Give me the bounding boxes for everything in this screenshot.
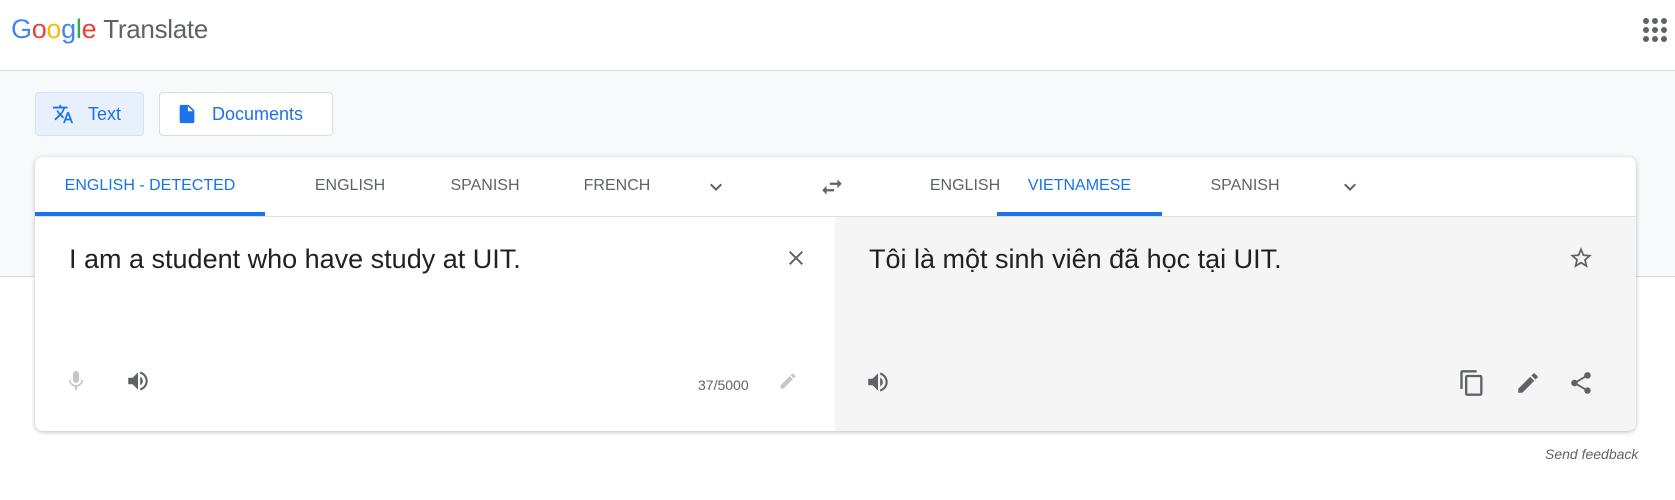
google-translate-logo[interactable]: G o o g l e Translate — [11, 14, 208, 45]
tab-source-french[interactable]: FRENCH — [557, 157, 677, 216]
chevron-down-icon[interactable] — [1338, 175, 1362, 199]
tab-source-english-detected[interactable]: ENGLISH - DETECTED — [35, 157, 265, 216]
source-text-input[interactable]: I am a student who have study at UIT. — [69, 244, 521, 275]
app-name: Translate — [103, 14, 208, 44]
logo-letter-o1: o — [31, 14, 47, 44]
text-mode-label: Text — [88, 103, 122, 124]
source-pane: I am a student who have study at UIT. 37… — [35, 217, 835, 431]
edit-pencil-icon[interactable] — [778, 371, 798, 391]
documents-mode-button[interactable]: Documents — [159, 92, 333, 136]
star-icon[interactable] — [1568, 245, 1594, 271]
documents-mode-label: Documents — [212, 103, 304, 124]
logo-letter-e: e — [81, 14, 97, 44]
apps-grid-icon[interactable] — [1643, 18, 1667, 42]
speaker-icon[interactable] — [865, 369, 891, 395]
language-tabs: ENGLISH - DETECTED ENGLISH SPANISH FRENC… — [35, 157, 1636, 217]
translate-icon — [52, 104, 74, 124]
logo-letter-g: G — [11, 14, 32, 44]
top-bar: G o o g l e Translate — [0, 0, 1675, 71]
logo-letter-o2: o — [46, 14, 62, 44]
swap-languages-icon[interactable] — [819, 174, 845, 200]
copy-icon[interactable] — [1458, 369, 1486, 397]
edit-pencil-icon[interactable] — [1515, 370, 1541, 396]
send-feedback-link[interactable]: Send feedback — [1545, 446, 1638, 462]
tab-target-spanish[interactable]: SPANISH — [1185, 157, 1305, 216]
text-mode-button[interactable]: Text — [35, 92, 144, 136]
microphone-icon[interactable] — [64, 369, 88, 393]
tab-target-vietnamese[interactable]: VIETNAMESE — [997, 157, 1162, 216]
tab-source-english[interactable]: ENGLISH — [290, 157, 410, 216]
share-icon[interactable] — [1568, 370, 1594, 396]
speaker-icon[interactable] — [125, 368, 151, 394]
tab-source-spanish[interactable]: SPANISH — [425, 157, 545, 216]
translated-text: Tôi là một sinh viên đã học tại UIT. — [869, 244, 1282, 274]
document-icon — [179, 104, 195, 124]
character-count: 37/5000 — [698, 377, 749, 393]
logo-letter-g2: g — [61, 14, 76, 44]
chevron-down-icon[interactable] — [704, 175, 728, 199]
target-pane: Tôi là một sinh viên đã học tại UIT. — [835, 217, 1636, 431]
translation-card: ENGLISH - DETECTED ENGLISH SPANISH FRENC… — [35, 157, 1636, 431]
clear-source-icon[interactable] — [784, 246, 808, 270]
